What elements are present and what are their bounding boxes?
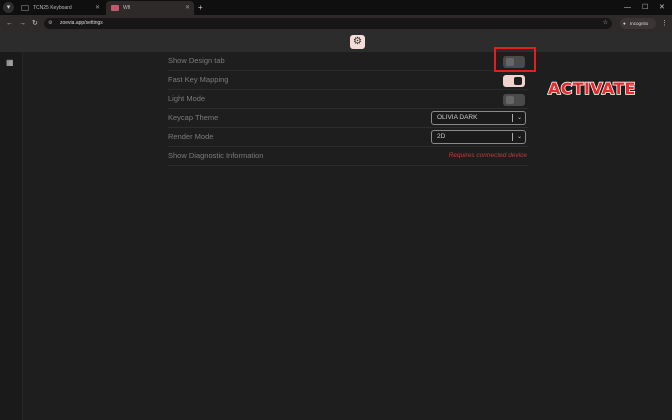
keycap-theme-select[interactable]: OLIVIA DARK ⌄	[431, 111, 526, 125]
setting-render-mode: Render Mode 2D ⌄	[168, 128, 528, 147]
incognito-label: Incognito	[630, 21, 649, 26]
device-warning-text: Requires connected device	[448, 152, 527, 159]
tab-label: TCN25 Keyboard	[33, 5, 72, 11]
maximize-icon[interactable]: ☐	[642, 0, 648, 15]
keyboard-favicon-icon	[21, 5, 29, 11]
incognito-icon: ●	[623, 21, 626, 26]
close-tab-icon[interactable]: ✕	[185, 1, 190, 15]
render-mode-select[interactable]: 2D ⌄	[431, 130, 526, 144]
highlight-box	[494, 47, 536, 72]
select-divider	[512, 133, 513, 141]
tab-keyboard[interactable]: TCN25 Keyboard ✕	[16, 1, 104, 15]
fast-key-mapping-toggle[interactable]	[503, 75, 525, 87]
chevron-down-icon[interactable]: ⌄	[517, 131, 522, 143]
keyboard-icon[interactable]: ▦	[6, 58, 14, 67]
app-sidebar: ▦	[0, 52, 23, 420]
setting-fast-key-mapping: Fast Key Mapping	[168, 71, 528, 90]
toggle-knob	[506, 96, 514, 104]
setting-label: Show Design tab	[168, 56, 225, 65]
app-favicon-icon	[111, 5, 119, 11]
toggle-knob	[514, 77, 522, 85]
tab-settings[interactable]: Wfl ✕	[106, 1, 194, 15]
setting-label: Render Mode	[168, 132, 214, 141]
settings-gear-icon[interactable]: ⚙	[350, 35, 365, 49]
minimize-icon[interactable]: —	[624, 0, 631, 15]
setting-keycap-theme: Keycap Theme OLIVIA DARK ⌄	[168, 109, 528, 128]
browser-toolbar: ← → ↻ ⚙ zoevia.app/settings ☆ ● Incognit…	[0, 15, 672, 32]
bookmark-star-icon[interactable]: ☆	[603, 18, 608, 29]
browser-tab-bar: ▾ TCN25 Keyboard ✕ Wfl ✕ + — ☐ ✕	[0, 0, 672, 15]
forward-icon[interactable]: →	[19, 15, 26, 32]
setting-show-design-tab: Show Design tab	[168, 52, 528, 71]
more-menu-icon[interactable]: ⋮	[661, 15, 668, 32]
select-divider	[512, 114, 513, 122]
address-bar[interactable]: ⚙ zoevia.app/settings ☆	[44, 18, 612, 29]
chevron-down-icon[interactable]: ⌄	[517, 112, 522, 124]
setting-label: Keycap Theme	[168, 113, 219, 122]
url-text: zoevia.app/settings	[60, 20, 103, 26]
select-value: OLIVIA DARK	[437, 114, 478, 121]
setting-show-diagnostic: Show Diagnostic Information Requires con…	[168, 147, 528, 166]
app-header	[0, 32, 672, 52]
close-window-icon[interactable]: ✕	[659, 0, 665, 15]
setting-label: Fast Key Mapping	[168, 75, 229, 84]
activate-annotation: ACTIVATE	[547, 78, 636, 99]
tab-label: Wfl	[123, 5, 131, 11]
back-icon[interactable]: ←	[6, 15, 13, 32]
setting-label: Show Diagnostic Information	[168, 151, 264, 160]
close-tab-icon[interactable]: ✕	[95, 1, 100, 15]
incognito-badge[interactable]: ● Incognito	[620, 18, 656, 29]
tab-search-icon[interactable]: ▾	[3, 2, 14, 13]
setting-light-mode: Light Mode	[168, 90, 528, 109]
new-tab-icon[interactable]: +	[198, 1, 203, 15]
site-info-icon[interactable]: ⚙	[48, 18, 52, 29]
select-value: 2D	[437, 133, 446, 140]
reload-icon[interactable]: ↻	[32, 15, 38, 32]
setting-label: Light Mode	[168, 94, 206, 103]
light-mode-toggle[interactable]	[503, 94, 525, 106]
